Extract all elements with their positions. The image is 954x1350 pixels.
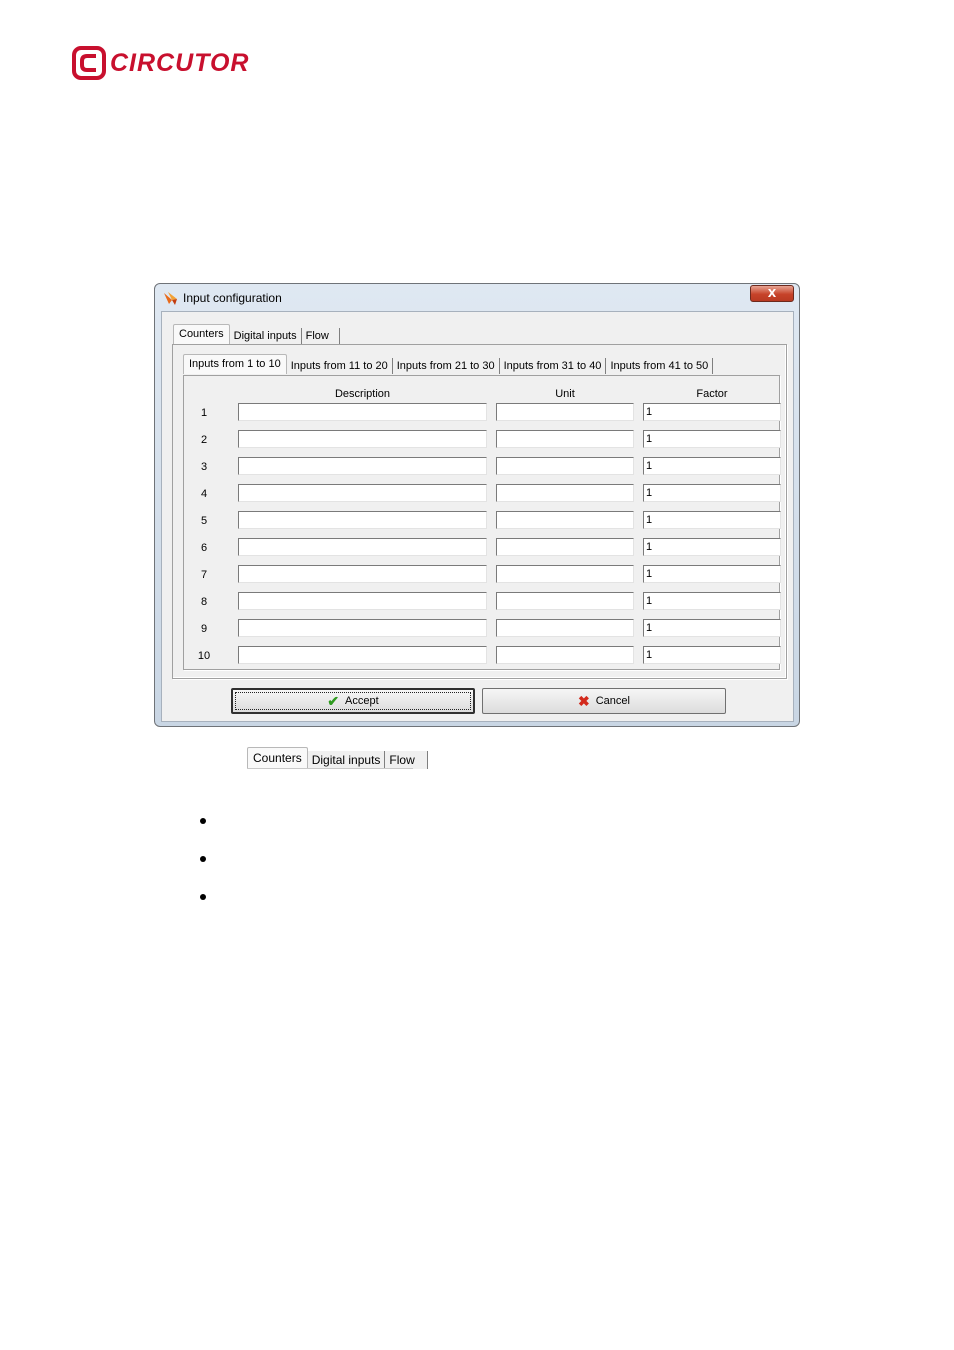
row-number: 3 [200, 461, 208, 473]
input-row: 41 [184, 484, 781, 511]
tab-inputs-1-10[interactable]: Inputs from 1 to 10 [183, 354, 287, 374]
input-row: 61 [184, 538, 781, 565]
tab-digital-inputs[interactable]: Digital inputs [229, 328, 302, 344]
factor-field[interactable]: 1 [643, 430, 781, 448]
row-number: 5 [200, 515, 208, 527]
unit-field[interactable] [496, 646, 634, 664]
dialog-client-area: Counters Digital inputs Flow Inputs from… [161, 311, 794, 722]
row-number: 4 [200, 488, 208, 500]
figure-tab-strip: Counters Digital inputs Flow [247, 747, 428, 769]
row-number: 6 [200, 542, 208, 554]
figure-tab-digital-inputs: Digital inputs [307, 751, 386, 769]
description-field[interactable] [238, 592, 487, 610]
tab-counters[interactable]: Counters [173, 324, 230, 344]
unit-field[interactable] [496, 430, 634, 448]
input-row: 31 [184, 457, 781, 484]
app-icon [164, 292, 177, 305]
description-field[interactable] [238, 457, 487, 475]
factor-field[interactable]: 1 [643, 538, 781, 556]
unit-field[interactable] [496, 538, 634, 556]
row-number: 2 [200, 434, 208, 446]
factor-field[interactable]: 1 [643, 457, 781, 475]
title-bar[interactable]: Input configuration X [155, 284, 799, 311]
description-field[interactable] [238, 565, 487, 583]
factor-field[interactable]: 1 [643, 565, 781, 583]
bullet-2 [200, 856, 206, 862]
unit-field[interactable] [496, 403, 634, 421]
factor-field[interactable]: 1 [643, 646, 781, 664]
unit-field[interactable] [496, 565, 634, 583]
circutor-logo-icon [72, 46, 106, 80]
close-button[interactable]: X [750, 285, 794, 302]
description-field[interactable] [238, 619, 487, 637]
counters-panel: Inputs from 1 to 10 Inputs from 11 to 20… [172, 344, 787, 679]
figure-baseline [247, 768, 413, 769]
description-field[interactable] [238, 538, 487, 556]
row-number: 1 [200, 407, 208, 419]
tab-inputs-41-50[interactable]: Inputs from 41 to 50 [606, 358, 714, 374]
sub-tab-strip: Inputs from 1 to 10 Inputs from 11 to 20… [183, 354, 714, 374]
accept-button[interactable]: ✔ Accept [231, 688, 475, 714]
row-number: 9 [200, 623, 208, 635]
factor-field[interactable]: 1 [643, 592, 781, 610]
unit-field[interactable] [496, 511, 634, 529]
description-field[interactable] [238, 646, 487, 664]
input-row: 11 [184, 403, 781, 430]
bullet-3 [200, 894, 206, 900]
factor-field[interactable]: 1 [643, 484, 781, 502]
cancel-button[interactable]: ✖ Cancel [482, 688, 726, 714]
inputs-1-10-panel: Description Unit Factor 1121314151617181… [183, 375, 781, 673]
circutor-logo: CIRCUTOR [72, 46, 249, 80]
unit-field[interactable] [496, 484, 634, 502]
logo-text: CIRCUTOR [110, 48, 250, 77]
bullet-1 [200, 818, 206, 824]
close-icon: X [767, 287, 777, 300]
input-row: 51 [184, 511, 781, 538]
tab-inputs-21-30[interactable]: Inputs from 21 to 30 [392, 358, 500, 374]
description-field[interactable] [238, 430, 487, 448]
figure-tab-flow: Flow [385, 751, 428, 769]
input-row: 21 [184, 430, 781, 457]
tab-flow[interactable]: Flow [301, 328, 340, 344]
input-row: 91 [184, 619, 781, 646]
tab-inputs-11-20[interactable]: Inputs from 11 to 20 [286, 358, 393, 374]
description-field[interactable] [238, 484, 487, 502]
input-row: 71 [184, 565, 781, 592]
input-row: 81 [184, 592, 781, 619]
column-header-description: Description [334, 388, 391, 400]
row-number: 10 [197, 650, 211, 662]
row-number: 7 [200, 569, 208, 581]
tab-inputs-31-40[interactable]: Inputs from 31 to 40 [499, 358, 607, 374]
dialog-title: Input configuration [183, 291, 282, 305]
unit-field[interactable] [496, 457, 634, 475]
factor-field[interactable]: 1 [643, 619, 781, 637]
input-configuration-dialog: Input configuration X Counters Digital i… [154, 283, 800, 727]
factor-field[interactable]: 1 [643, 511, 781, 529]
figure-tab-counters: Counters [247, 747, 308, 769]
column-header-factor: Factor [696, 388, 728, 400]
column-header-unit: Unit [555, 388, 575, 400]
description-field[interactable] [238, 511, 487, 529]
description-field[interactable] [238, 403, 487, 421]
input-row: 10 1 [184, 646, 781, 673]
unit-field[interactable] [496, 619, 634, 637]
factor-field[interactable]: 1 [643, 403, 781, 421]
cancel-label: Cancel [595, 695, 630, 707]
cross-icon: ✖ [578, 692, 590, 709]
main-tab-strip: Counters Digital inputs Flow [173, 324, 340, 344]
row-number: 8 [200, 596, 208, 608]
unit-field[interactable] [496, 592, 634, 610]
focus-ring [235, 692, 471, 710]
